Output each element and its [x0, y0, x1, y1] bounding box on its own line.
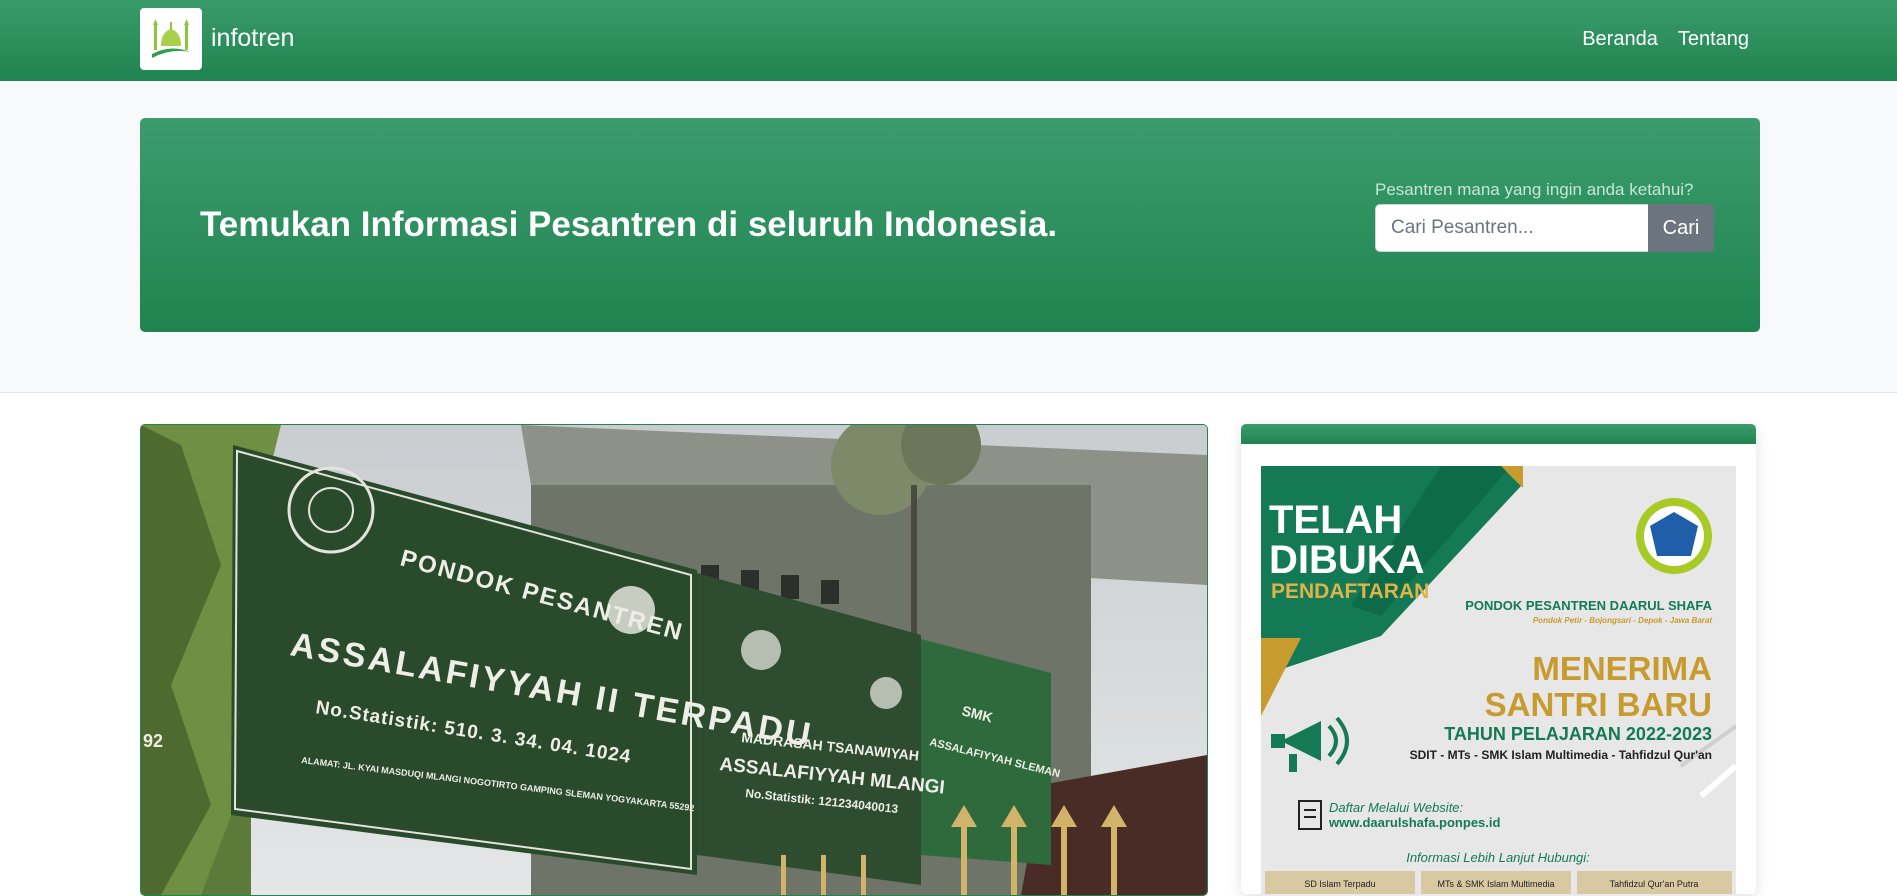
side-number: 92 [143, 731, 163, 751]
featured-pesantren-card[interactable]: PONDOK PESANTREN ASSALAFIYYAH II TERPADU… [140, 424, 1208, 896]
nav-beranda[interactable]: Beranda [1582, 28, 1658, 51]
ad-menerima: MENERIMA [1532, 650, 1712, 687]
ad-contact-2: MTs & SMK Islam Multimedia [1437, 879, 1554, 889]
hero-banner: Temukan Informasi Pesantren di seluruh I… [140, 118, 1760, 332]
ad-daftar-label: Daftar Melalui Website: [1329, 800, 1464, 815]
sidebar-card-header [1241, 424, 1756, 444]
ad-programs: SDIT - MTs - SMK Islam Multimedia - Tahf… [1410, 748, 1712, 762]
sidebar-ad-card: TELAH DIBUKA PENDAFTARAN PONDOK PESANTRE… [1241, 424, 1756, 894]
main-content: PONDOK PESANTREN ASSALAFIYYAH II TERPADU… [0, 393, 1897, 896]
search-input[interactable] [1375, 204, 1648, 252]
mosque-logo-icon [152, 19, 190, 58]
search-group: Cari [1375, 204, 1714, 252]
ad-contact-1: SD Islam Terpadu [1304, 879, 1375, 889]
pendaftaran-ad-banner[interactable]: TELAH DIBUKA PENDAFTARAN PONDOK PESANTRE… [1261, 466, 1736, 894]
search-button[interactable]: Cari [1648, 204, 1714, 252]
ad-website: www.daarulshafa.ponpes.id [1328, 815, 1500, 830]
featured-pesantren-photo: PONDOK PESANTREN ASSALAFIYYAH II TERPADU… [141, 425, 1207, 895]
ad-headline-2: DIBUKA [1269, 538, 1425, 582]
brand-name[interactable]: infotren [211, 24, 294, 53]
hero-section: Temukan Informasi Pesantren di seluruh I… [0, 81, 1897, 393]
navbar: infotren Beranda Tentang [0, 0, 1897, 81]
brand-logo[interactable] [140, 8, 202, 70]
ad-contact-3: Tahfidzul Qur'an Putra [1610, 879, 1699, 889]
search-label: Pesantren mana yang ingin anda ketahui? [1375, 180, 1694, 199]
nav-tentang[interactable]: Tentang [1678, 28, 1749, 51]
pendaftaran-ad-image: TELAH DIBUKA PENDAFTARAN PONDOK PESANTRE… [1261, 466, 1736, 894]
hero-title: Temukan Informasi Pesantren di seluruh I… [200, 205, 1058, 244]
ad-santri-baru: SANTRI BARU [1485, 686, 1712, 723]
ad-headline-3: PENDAFTARAN [1271, 580, 1429, 603]
ad-tahun: TAHUN PELAJARAN 2022-2023 [1444, 724, 1712, 744]
ad-info: Informasi Lebih Lanjut Hubungi: [1406, 850, 1590, 865]
nav-links: Beranda Tentang [1582, 28, 1749, 51]
ad-location: Pondok Petir - Bojongsari - Depok - Jawa… [1533, 616, 1712, 625]
ad-headline-1: TELAH [1269, 498, 1402, 542]
ad-school-name: PONDOK PESANTREN DAARUL SHAFA [1465, 598, 1712, 613]
